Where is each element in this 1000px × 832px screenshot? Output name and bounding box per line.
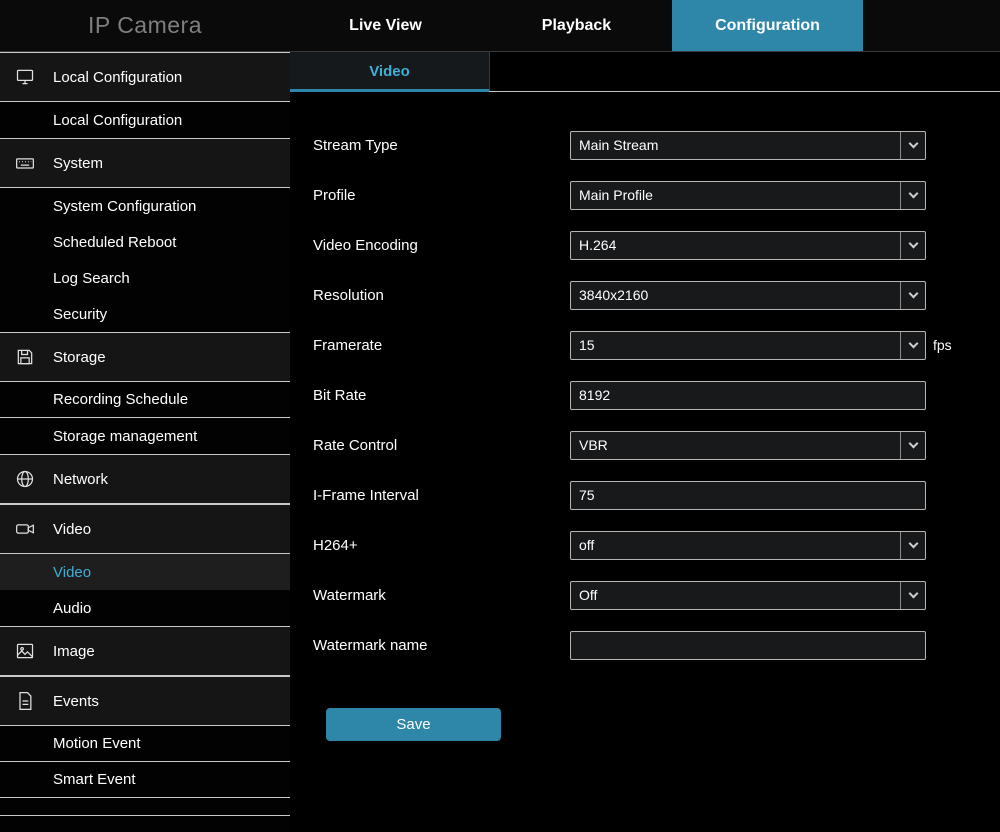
select-value: 3840x2160	[579, 287, 648, 303]
form-row: Watermark name	[313, 620, 1000, 670]
field-label: Framerate	[313, 337, 570, 354]
watermark-name-input[interactable]	[570, 631, 926, 660]
stream-type-select[interactable]: Main Stream	[570, 131, 926, 160]
sidebar: Local Configuration Local Configuration …	[0, 52, 290, 832]
field-label: Profile	[313, 187, 570, 204]
field-label: H264+	[313, 537, 570, 554]
form-row: H264+ off	[313, 520, 1000, 570]
form-row: I-Frame Interval	[313, 470, 1000, 520]
sidebar-item-system-configuration[interactable]: System Configuration	[0, 188, 290, 224]
sidebar-item-local-configuration[interactable]: Local Configuration	[0, 102, 290, 138]
field-label: Stream Type	[313, 137, 570, 154]
chevron-down-icon	[900, 432, 925, 459]
keyboard-icon	[14, 152, 36, 174]
profile-select[interactable]: Main Profile	[570, 181, 926, 210]
field-label: Bit Rate	[313, 387, 570, 404]
select-value: VBR	[579, 437, 608, 453]
save-button[interactable]: Save	[326, 708, 501, 741]
floppy-disk-icon	[14, 346, 36, 368]
tab-video[interactable]: Video	[290, 52, 490, 91]
chevron-down-icon	[900, 232, 925, 259]
sidebar-item-smart-event[interactable]: Smart Event	[0, 762, 290, 798]
h264-plus-select[interactable]: off	[570, 531, 926, 560]
select-value: Off	[579, 587, 597, 603]
sidebar-item-label: Video	[53, 521, 91, 538]
app-title: IP Camera	[0, 0, 290, 51]
top-bar: IP Camera Live View Playback Configurati…	[0, 0, 1000, 52]
sidebar-item-log-search[interactable]: Log Search	[0, 260, 290, 296]
chevron-down-icon	[900, 532, 925, 559]
globe-icon	[14, 468, 36, 490]
sidebar-item-label: Local Configuration	[53, 69, 182, 86]
form-row: Resolution 3840x2160	[313, 270, 1000, 320]
form-row: Watermark Off	[313, 570, 1000, 620]
monitor-icon	[14, 66, 36, 88]
video-settings-form: Stream Type Main Stream Profile Main Pro…	[313, 120, 1000, 741]
content-tab-bar: Video	[290, 52, 1000, 92]
video-encoding-select[interactable]: H.264	[570, 231, 926, 260]
sidebar-item-storage[interactable]: Storage	[0, 332, 290, 382]
sidebar-item-motion-event[interactable]: Motion Event	[0, 726, 290, 762]
chevron-down-icon	[900, 332, 925, 359]
sidebar-item-security[interactable]: Security	[0, 296, 290, 332]
chevron-down-icon	[900, 582, 925, 609]
sidebar-item-local-configuration-section[interactable]: Local Configuration	[0, 52, 290, 102]
form-row: Framerate 15 fps	[313, 320, 1000, 370]
sidebar-item-storage-management[interactable]: Storage management	[0, 418, 290, 454]
sidebar-item-recording-schedule[interactable]: Recording Schedule	[0, 382, 290, 418]
form-row: Rate Control VBR	[313, 420, 1000, 470]
framerate-select[interactable]: 15	[570, 331, 926, 360]
picture-icon	[14, 640, 36, 662]
tab-playback[interactable]: Playback	[481, 0, 672, 51]
chevron-down-icon	[900, 132, 925, 159]
select-value: Main Profile	[579, 187, 653, 203]
bit-rate-input[interactable]	[570, 381, 926, 410]
field-label: Resolution	[313, 287, 570, 304]
select-value: off	[579, 537, 594, 553]
select-value: 15	[579, 337, 595, 353]
content-area: Video Stream Type Main Stream Profile Ma…	[290, 52, 1000, 832]
field-label: Rate Control	[313, 437, 570, 454]
chevron-down-icon	[900, 182, 925, 209]
sidebar-item-label: Image	[53, 643, 95, 660]
sidebar-item-label: Storage	[53, 349, 106, 366]
field-label: Video Encoding	[313, 237, 570, 254]
field-label: Watermark name	[313, 637, 570, 654]
chevron-down-icon	[900, 282, 925, 309]
rate-control-select[interactable]: VBR	[570, 431, 926, 460]
form-row: Profile Main Profile	[313, 170, 1000, 220]
video-camera-icon	[14, 518, 36, 540]
tab-live-view[interactable]: Live View	[290, 0, 481, 51]
select-value: Main Stream	[579, 137, 658, 153]
sidebar-item-scheduled-reboot[interactable]: Scheduled Reboot	[0, 224, 290, 260]
sidebar-item-video[interactable]: Video	[0, 554, 290, 590]
form-row: Video Encoding H.264	[313, 220, 1000, 270]
sidebar-item-system[interactable]: System	[0, 138, 290, 188]
sidebar-spacer	[0, 798, 290, 816]
sidebar-item-label: System	[53, 155, 103, 172]
select-value: H.264	[579, 237, 616, 253]
field-label: I-Frame Interval	[313, 487, 570, 504]
watermark-select[interactable]: Off	[570, 581, 926, 610]
tab-configuration[interactable]: Configuration	[672, 0, 863, 51]
sidebar-item-audio[interactable]: Audio	[0, 590, 290, 626]
resolution-select[interactable]: 3840x2160	[570, 281, 926, 310]
field-label: Watermark	[313, 587, 570, 604]
sidebar-item-label: Network	[53, 471, 108, 488]
i-frame-interval-input[interactable]	[570, 481, 926, 510]
form-row: Stream Type Main Stream	[313, 120, 1000, 170]
sidebar-item-label: Events	[53, 693, 99, 710]
sidebar-item-events[interactable]: Events	[0, 676, 290, 726]
sidebar-item-video-section[interactable]: Video	[0, 504, 290, 554]
document-icon	[14, 690, 36, 712]
fps-unit-label: fps	[933, 337, 952, 353]
sidebar-item-image[interactable]: Image	[0, 626, 290, 676]
form-row: Bit Rate	[313, 370, 1000, 420]
top-nav: Live View Playback Configuration	[290, 0, 863, 51]
sidebar-item-network[interactable]: Network	[0, 454, 290, 504]
